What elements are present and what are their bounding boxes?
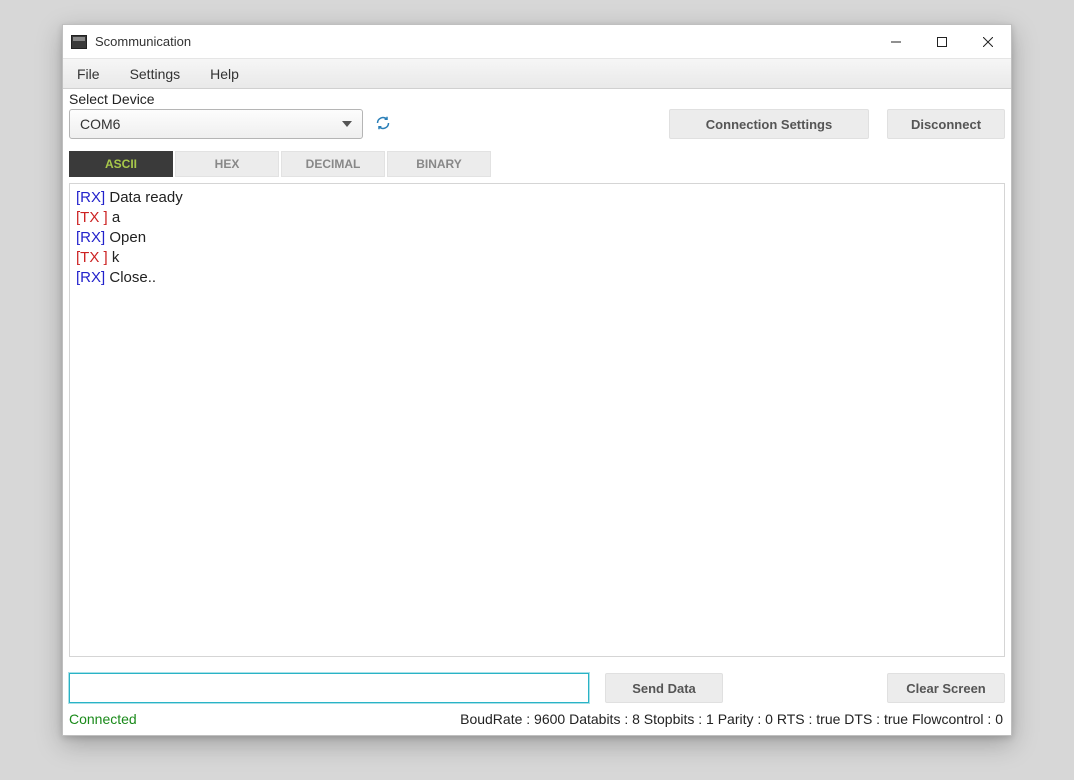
select-device-label: Select Device: [63, 89, 1011, 109]
status-bar: Connected BoudRate : 9600 Databits : 8 S…: [63, 707, 1011, 733]
clear-screen-button[interactable]: Clear Screen: [887, 673, 1005, 703]
tab-binary[interactable]: BINARY: [387, 151, 491, 177]
minimize-button[interactable]: [873, 26, 919, 58]
device-row: COM6 Connection Settings Disconnect: [63, 109, 1011, 141]
format-tabs: ASCII HEX DECIMAL BINARY: [63, 141, 1011, 177]
disconnect-button[interactable]: Disconnect: [887, 109, 1005, 139]
log-line: [RX] Close..: [76, 268, 998, 288]
close-button[interactable]: [965, 26, 1011, 58]
refresh-icon: [375, 115, 391, 134]
log-line: [RX] Data ready: [76, 188, 998, 208]
content-area: Select Device COM6 Connection Settings: [63, 89, 1011, 735]
app-icon: [71, 35, 87, 49]
device-combobox[interactable]: COM6: [69, 109, 363, 139]
menu-help[interactable]: Help: [206, 62, 243, 86]
chevron-down-icon: [342, 121, 352, 127]
device-selected-value: COM6: [80, 116, 120, 132]
menubar: File Settings Help: [63, 59, 1011, 89]
send-data-button[interactable]: Send Data: [605, 673, 723, 703]
window-title: Scommunication: [95, 34, 873, 49]
rx-tag: [RX]: [76, 269, 105, 286]
menu-settings[interactable]: Settings: [126, 62, 185, 86]
send-row: Send Data Clear Screen: [63, 657, 1011, 707]
rx-tag: [RX]: [76, 229, 105, 246]
tab-hex[interactable]: HEX: [175, 151, 279, 177]
send-input[interactable]: [69, 673, 589, 703]
log-panel[interactable]: [RX] Data ready[TX ] a[RX] Open[TX ] k[R…: [69, 183, 1005, 657]
titlebar: Scommunication: [63, 25, 1011, 59]
log-message: Data ready: [105, 189, 183, 206]
window-controls: [873, 26, 1011, 58]
log-line: [RX] Open: [76, 228, 998, 248]
tx-tag: [TX ]: [76, 249, 108, 266]
tx-tag: [TX ]: [76, 209, 108, 226]
log-message: Open: [105, 229, 146, 246]
connection-settings-button[interactable]: Connection Settings: [669, 109, 869, 139]
tab-ascii[interactable]: ASCII: [69, 151, 173, 177]
connection-info: BoudRate : 9600 Databits : 8 Stopbits : …: [460, 711, 1003, 727]
log-line: [TX ] a: [76, 208, 998, 228]
log-message: Close..: [105, 269, 156, 286]
tab-decimal[interactable]: DECIMAL: [281, 151, 385, 177]
log-message: a: [108, 209, 121, 226]
log-message: k: [108, 249, 120, 266]
log-line: [TX ] k: [76, 248, 998, 268]
menu-file[interactable]: File: [73, 62, 104, 86]
refresh-button[interactable]: [371, 112, 395, 136]
maximize-button[interactable]: [919, 26, 965, 58]
app-window: Scommunication File Settings Help Select…: [62, 24, 1012, 736]
rx-tag: [RX]: [76, 189, 105, 206]
connection-status: Connected: [69, 711, 137, 727]
